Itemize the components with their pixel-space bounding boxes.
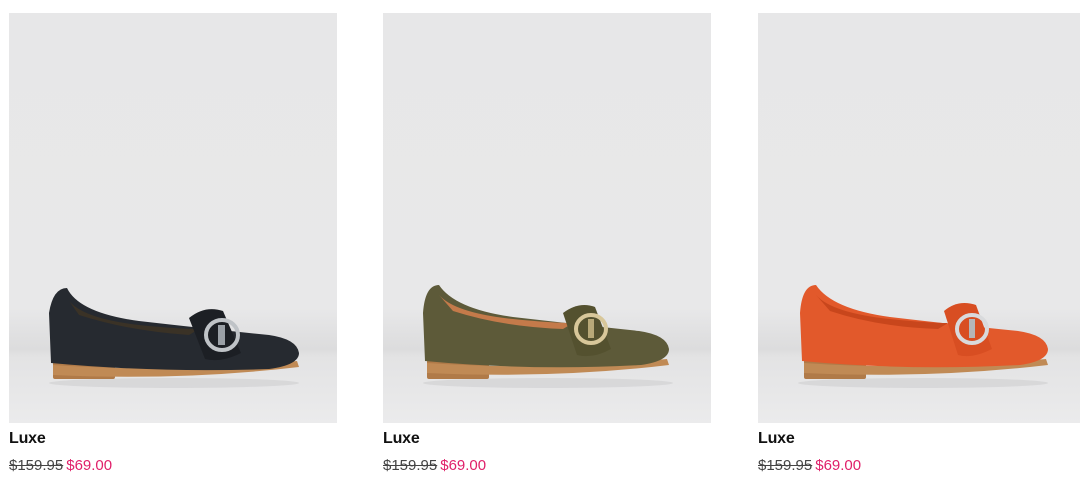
product-card[interactable]: Luxe $159.95 $69.00 [383, 13, 711, 475]
sale-price: $69.00 [440, 457, 487, 474]
product-grid: Luxe $159.95$69.00 Luxe $159.95$69.00 [0, 0, 1080, 500]
original-price: $159.95 [9, 457, 64, 474]
original-price: $159.95 [758, 457, 813, 474]
shoe-illustration [798, 285, 1048, 388]
product-image[interactable] [758, 13, 1080, 423]
product-price: $159.95 $69.00 [383, 457, 711, 475]
product-name[interactable]: Luxe [9, 429, 337, 449]
product-card[interactable]: Luxe $159.95 $69.00 [9, 13, 337, 475]
original-price: $159.95 [383, 457, 438, 474]
shoe-illustration [423, 285, 673, 388]
sale-price: $69.00 [815, 457, 862, 474]
product-name[interactable]: Luxe [383, 429, 711, 449]
product-card[interactable]: Luxe $159.95 $69.00 [758, 13, 1080, 475]
product-image[interactable] [383, 13, 711, 423]
shoe-illustration [49, 288, 299, 388]
product-image[interactable] [9, 13, 337, 423]
product-name[interactable]: Luxe [758, 429, 1080, 449]
product-price: $159.95 $69.00 [9, 457, 337, 475]
sale-price: $69.00 [66, 457, 113, 474]
product-price: $159.95 $69.00 [758, 457, 1080, 475]
